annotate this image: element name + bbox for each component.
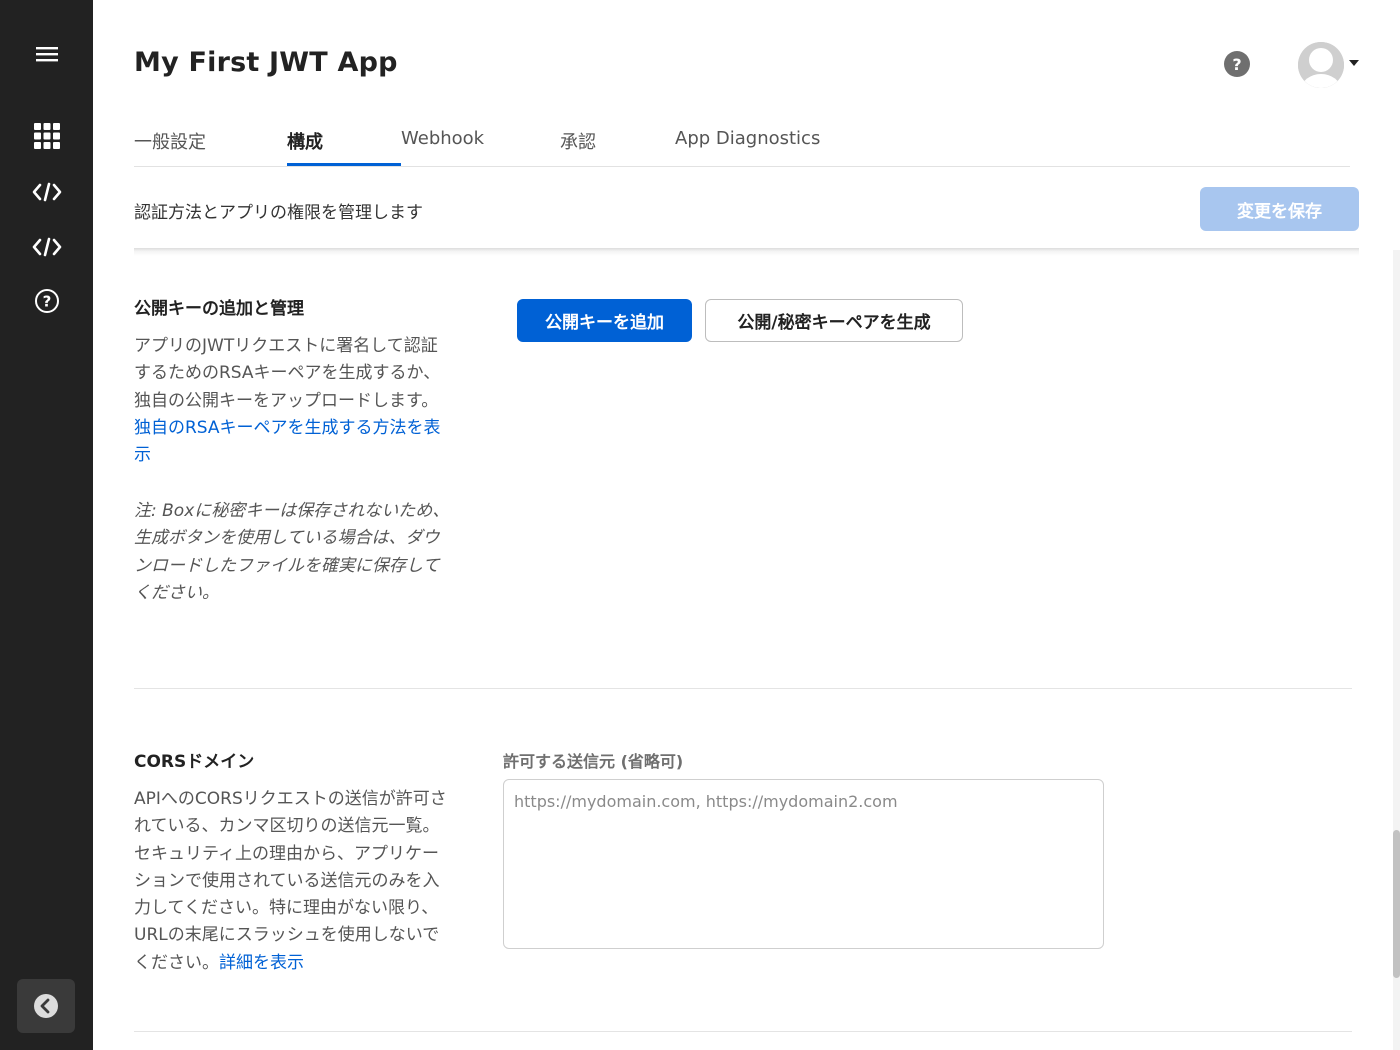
collapse-sidebar-button[interactable]: [17, 979, 75, 1033]
tab-webhook[interactable]: Webhook: [401, 128, 484, 149]
chevron-down-icon[interactable]: [1349, 60, 1359, 66]
add-public-key-button[interactable]: 公開キーを追加: [517, 299, 692, 342]
page-title: My First JWT App: [134, 47, 398, 78]
code-icon[interactable]: [28, 228, 66, 266]
svg-text:?: ?: [43, 293, 52, 311]
cors-description: APIへのCORSリクエストの送信が許可されている、カンマ区切りの送信元一覧。セ…: [134, 786, 452, 977]
menu-icon[interactable]: [28, 35, 66, 73]
allowed-origins-input[interactable]: [503, 779, 1104, 949]
tab-general[interactable]: 一般設定: [134, 128, 206, 154]
cors-section-title: CORSドメイン: [134, 752, 255, 772]
tab-bar: 一般設定 構成 Webhook 承認 App Diagnostics: [134, 118, 1350, 167]
tab-app-diagnostics[interactable]: App Diagnostics: [675, 128, 820, 149]
allowed-origins-label: 許可する送信元 (省略可): [503, 752, 684, 771]
user-avatar-icon: [1298, 42, 1344, 88]
chevron-left-icon: [34, 994, 58, 1018]
tab-authorization[interactable]: 承認: [560, 128, 596, 154]
public-key-section-title: 公開キーの追加と管理: [134, 299, 304, 319]
scrollbar-thumb[interactable]: [1393, 830, 1400, 978]
save-changes-button[interactable]: 変更を保存: [1200, 187, 1359, 231]
header-shadow: [134, 248, 1359, 256]
section-divider: [134, 1031, 1352, 1032]
avatar[interactable]: [1298, 42, 1344, 88]
rsa-keypair-help-link[interactable]: 独自のRSAキーペアを生成する方法を表示: [134, 418, 441, 465]
public-key-description-text: アプリのJWTリクエストに署名して認証するためのRSAキーペアを生成するか、独自…: [134, 336, 441, 411]
help-icon[interactable]: ?: [28, 282, 66, 320]
generate-keypair-button[interactable]: 公開/秘密キーペアを生成: [705, 299, 963, 342]
grid-icon[interactable]: [28, 117, 66, 155]
tab-configuration[interactable]: 構成: [287, 128, 323, 154]
cors-details-link[interactable]: 詳細を表示: [219, 953, 304, 973]
help-icon[interactable]: ?: [1224, 51, 1250, 77]
active-tab-indicator: [287, 163, 401, 166]
cors-description-text: APIへのCORSリクエストの送信が許可されている、カンマ区切りの送信元一覧。セ…: [134, 789, 447, 973]
code-icon[interactable]: [28, 173, 66, 211]
page-description: 認証方法とアプリの権限を管理します: [134, 203, 423, 223]
main-content: My First JWT App ? 一般設定 構成 Webhook 承認 Ap…: [93, 0, 1400, 1050]
section-divider: [134, 688, 1352, 689]
private-key-note: 注: Boxに秘密キーは保存されないため、生成ボタンを使用している場合は、ダウン…: [134, 501, 450, 603]
public-key-description: アプリのJWTリクエストに署名して認証するためのRSAキーペアを生成するか、独自…: [134, 333, 452, 469]
left-sidebar: ?: [0, 0, 93, 1050]
